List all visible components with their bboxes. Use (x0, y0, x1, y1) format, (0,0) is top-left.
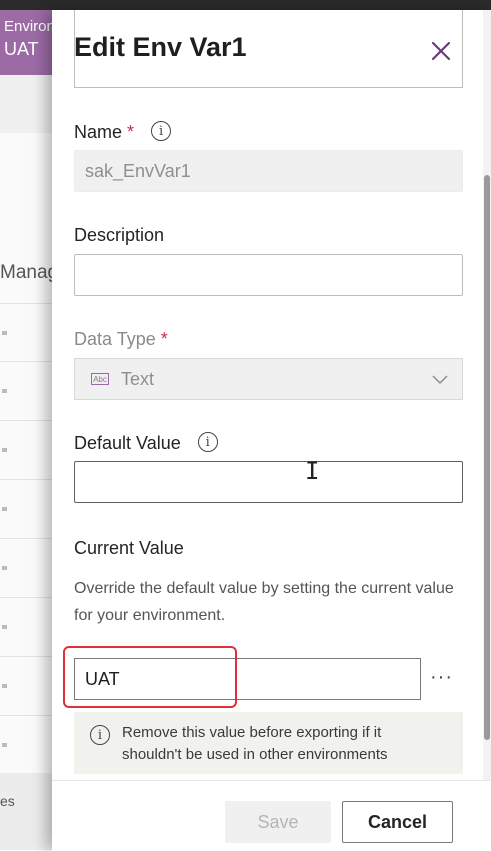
environment-name: UAT (4, 39, 39, 59)
list-item[interactable] (0, 303, 60, 362)
list-item[interactable] (0, 715, 60, 774)
environment-badge[interactable]: Environ UAT (0, 10, 60, 75)
data-type-value: Text (121, 368, 155, 389)
list-item[interactable] (0, 656, 60, 715)
info-icon[interactable]: i (197, 432, 218, 452)
save-button[interactable]: Save (225, 801, 331, 843)
data-type-label: Data Type * (74, 329, 168, 349)
app-top-bar (0, 0, 491, 10)
list-item[interactable] (0, 361, 60, 420)
more-options-button[interactable]: ··· (430, 666, 453, 689)
name-field: sak_EnvVar1 (74, 150, 463, 192)
scrollbar-thumb[interactable] (484, 175, 490, 740)
list-item[interactable] (0, 538, 60, 597)
text-cursor-icon: I (305, 457, 320, 485)
export-notice: i Remove this value before exporting if … (74, 712, 463, 774)
edit-panel: Edit Env Var1 Name * i sak_EnvVar1 Descr… (52, 10, 491, 851)
highlight-annotation (63, 646, 237, 708)
panel-footer: Save Cancel (52, 780, 491, 851)
scrollbar-track[interactable] (483, 10, 491, 780)
info-icon: i (90, 724, 110, 746)
text-type-icon: Abc (91, 373, 109, 385)
default-value-input[interactable] (74, 461, 463, 503)
info-icon[interactable]: i (151, 121, 172, 141)
chevron-down-icon (432, 375, 448, 385)
background-footer: es (0, 773, 60, 850)
environment-label: Environ (4, 18, 55, 35)
current-value-description: Override the default value by setting th… (74, 580, 454, 624)
data-type-dropdown[interactable]: Abc Text (74, 358, 463, 400)
name-label: Name * i (74, 121, 172, 143)
list-item[interactable] (0, 420, 60, 479)
background-footer-label: es (0, 793, 15, 809)
close-icon[interactable] (428, 38, 454, 64)
name-value: sak_EnvVar1 (85, 160, 191, 181)
default-value-label: Default Value i (74, 432, 218, 454)
background-nav (0, 75, 60, 134)
required-mark: * (160, 329, 168, 349)
required-mark: * (127, 122, 135, 142)
list-item[interactable] (0, 597, 60, 656)
background-list (0, 133, 60, 773)
current-value-label: Current Value (74, 538, 184, 558)
list-item[interactable] (0, 479, 60, 538)
description-label: Description (74, 225, 165, 245)
cancel-button[interactable]: Cancel (342, 801, 453, 843)
panel-title: Edit Env Var1 (74, 32, 247, 62)
export-notice-text: Remove this value before exporting if it… (122, 724, 388, 763)
description-input[interactable] (74, 254, 463, 296)
